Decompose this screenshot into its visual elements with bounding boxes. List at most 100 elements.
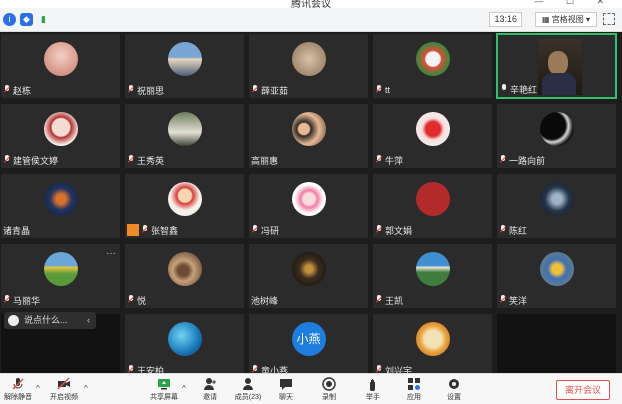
avatar-text: 小燕 [291, 322, 326, 356]
participant-name: 祝丽思 [137, 85, 165, 96]
participant-tile[interactable]: 池树峰 [248, 243, 369, 309]
participant-tile[interactable]: tt [372, 33, 493, 99]
chevron-down-icon: ▾ [585, 15, 590, 24]
avatar [167, 182, 202, 216]
participant-name: 悦 [137, 295, 147, 306]
hand-icon [370, 379, 375, 391]
unmute-button[interactable]: 解除静音 [0, 377, 36, 402]
mic-muted-icon [499, 295, 507, 305]
gear-icon [449, 379, 459, 389]
avatar [291, 42, 326, 76]
participant-tile[interactable]: 诸青晶 [0, 173, 121, 239]
participant-name: 王凯 [385, 295, 404, 306]
participant-name: 王秀英 [137, 155, 165, 166]
participant-tile[interactable]: ··· 马丽华 [0, 243, 121, 309]
audio-options-caret[interactable]: ^ [36, 384, 40, 393]
participant-tile[interactable]: 陈红 [496, 173, 617, 239]
info-icon[interactable]: i [3, 13, 16, 26]
members-icon [243, 378, 253, 390]
more-options-icon[interactable]: ··· [106, 248, 116, 259]
unmute-label: 解除静音 [4, 394, 32, 401]
meeting-top-toolbar: i ◆ ▮ 13:16 ▦ 宫格视图 ▾ [0, 8, 622, 32]
participant-name: 辛艳红 [510, 84, 538, 95]
mic-muted-icon [251, 225, 259, 235]
apps-label: 应用 [407, 394, 421, 401]
avatar [539, 252, 574, 286]
avatar [415, 252, 450, 286]
participant-name: 赵栋 [13, 85, 32, 96]
participant-tile[interactable]: 一路向前 [496, 103, 617, 169]
participant-tile[interactable]: 薛亚茹 [248, 33, 369, 99]
shield-icon[interactable]: ◆ [20, 13, 33, 26]
mic-muted-icon [375, 85, 383, 95]
participant-tile[interactable]: 笑洋 [496, 243, 617, 309]
leave-meeting-button[interactable]: 离开会议 [555, 380, 610, 400]
grid-view-icon: ▦ [541, 15, 552, 24]
avatar [167, 42, 202, 76]
participant-tile[interactable]: 王凯 [372, 243, 493, 309]
participant-tile[interactable]: 王安柏 [124, 313, 245, 379]
camera-off-icon [57, 377, 70, 390]
record-button[interactable]: 录制 [311, 377, 347, 402]
screen-share-icon [127, 224, 139, 236]
participant-name: 郭文娟 [385, 225, 413, 236]
avatar [43, 42, 78, 76]
video-grid: 赵栋 祝丽思 薛亚茹 tt 辛艳红 建管侯文婷 王秀英 高丽惠 牛萍 一路向前 … [0, 33, 622, 379]
participant-name: 薛亚茹 [261, 85, 289, 96]
chat-button[interactable]: 聊天 [268, 377, 304, 402]
mic-muted-icon [375, 225, 383, 235]
raise-hand-button[interactable]: 举手 [355, 377, 391, 402]
invite-button[interactable]: 邀请 [192, 377, 228, 402]
participant-name: 笑洋 [509, 295, 528, 306]
mic-muted-icon [141, 225, 149, 235]
video-options-caret[interactable]: ^ [84, 384, 88, 393]
record-icon [322, 377, 336, 391]
participant-tile[interactable]: 牛萍 [372, 103, 493, 169]
avatar [43, 182, 78, 216]
start-video-label: 开启视频 [50, 394, 78, 401]
participant-tile[interactable]: 刘兴宇 [372, 313, 493, 379]
participant-tile[interactable]: 建管侯文婷 [0, 103, 121, 169]
fullscreen-icon[interactable] [603, 13, 615, 25]
participant-name: 冯研 [261, 225, 280, 236]
avatar [291, 112, 326, 146]
chat-input[interactable]: 说点什么... ‹ [4, 312, 96, 329]
share-options-caret[interactable]: ^ [182, 384, 186, 393]
mic-muted-icon [499, 225, 507, 235]
participant-tile[interactable]: 悦 [124, 243, 245, 309]
participant-tile[interactable]: 赵栋 [0, 33, 121, 99]
avatar [415, 182, 450, 216]
members-label: 成员(23) [234, 394, 262, 401]
view-mode-button[interactable]: ▦ 宫格视图 ▾ [534, 12, 597, 27]
record-label: 录制 [322, 394, 336, 401]
signal-icon[interactable]: ▮ [37, 13, 50, 26]
raise-hand-label: 举手 [366, 394, 380, 401]
participant-tile[interactable]: 高丽惠 [248, 103, 369, 169]
share-screen-button[interactable]: 共享屏幕 [146, 377, 182, 402]
participant-tile[interactable]: 张智鑫 [124, 173, 245, 239]
participant-tile-active-speaker[interactable]: 辛艳红 [496, 33, 617, 99]
participant-tile[interactable]: 小燕 童小燕 [248, 313, 369, 379]
chat-bubble-icon [8, 315, 19, 326]
share-screen-label: 共享屏幕 [150, 394, 178, 401]
members-button[interactable]: 成员(23) [230, 377, 266, 402]
participant-tile[interactable]: 祝丽思 [124, 33, 245, 99]
window-controls[interactable]: — ☐ ✕ [534, 0, 614, 7]
collapse-chat-icon[interactable]: ‹ [87, 312, 90, 329]
participant-tile[interactable]: 郭文娟 [372, 173, 493, 239]
video-feed [538, 39, 582, 95]
start-video-button[interactable]: 开启视频 [46, 377, 82, 402]
participant-tile[interactable]: 王秀英 [124, 103, 245, 169]
apps-button[interactable]: 应用 [396, 377, 432, 402]
participant-tile[interactable]: 冯研 [248, 173, 369, 239]
participant-name: 高丽惠 [251, 155, 279, 166]
avatar [43, 252, 78, 286]
avatar [167, 322, 202, 356]
mic-muted-icon [3, 295, 11, 305]
avatar [539, 182, 574, 216]
participant-name: 张智鑫 [151, 225, 179, 236]
participant-name: 建管侯文婷 [13, 155, 59, 166]
participant-name: 诸青晶 [3, 225, 31, 236]
settings-button[interactable]: 设置 [436, 377, 472, 402]
mic-muted-icon [127, 85, 135, 95]
